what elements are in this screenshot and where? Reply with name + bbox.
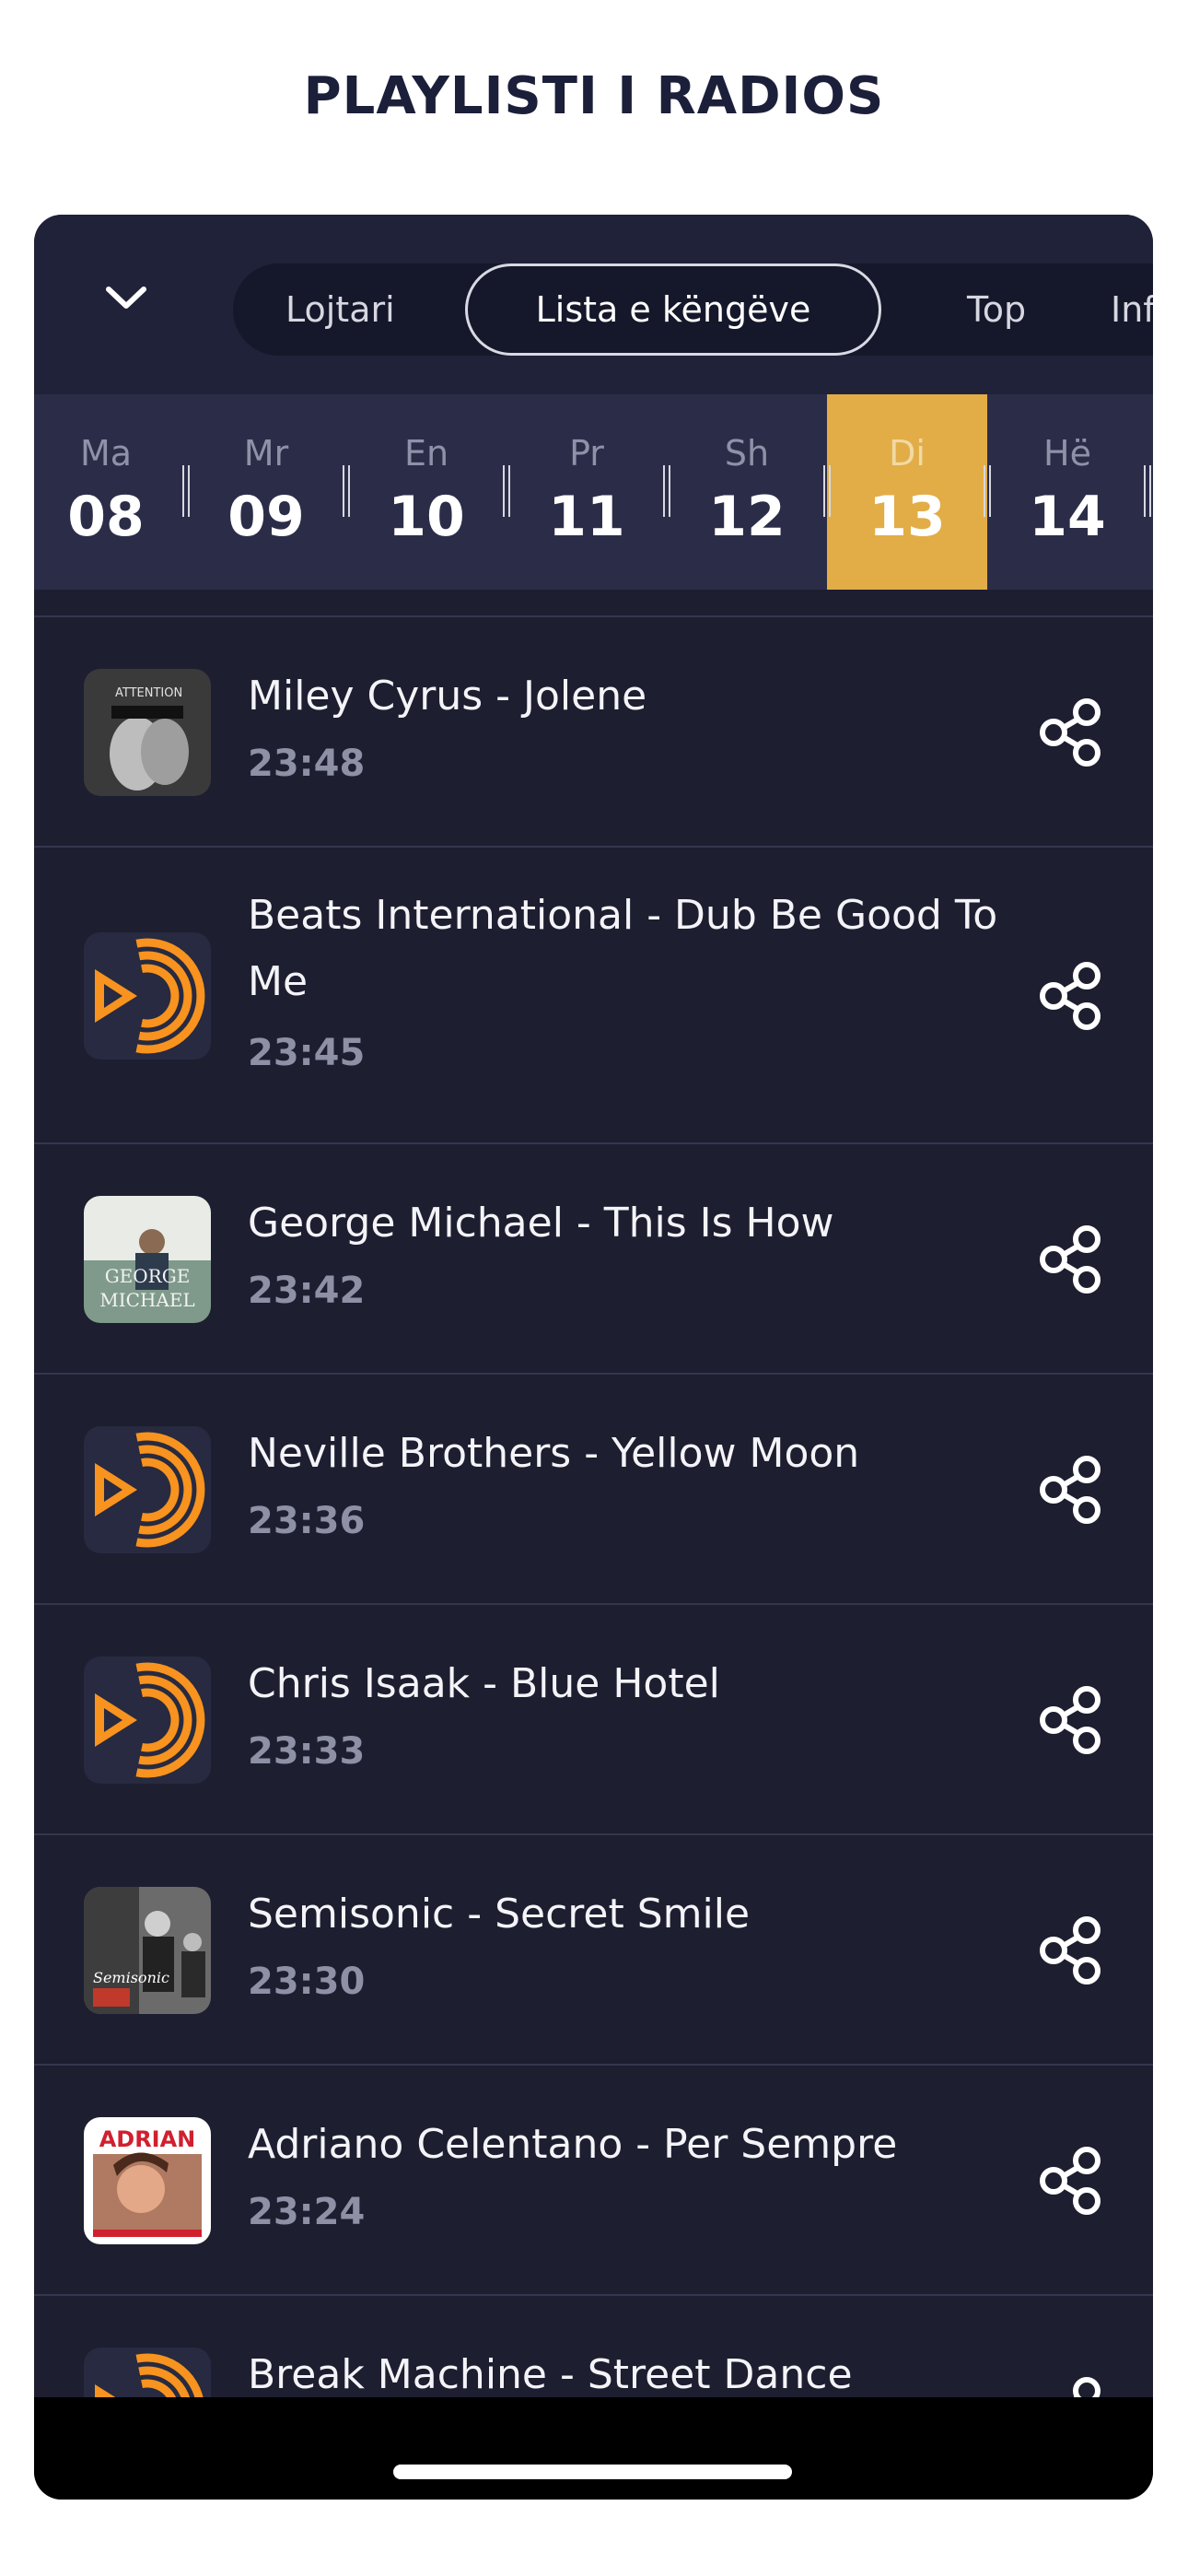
- day-name: Pr: [569, 433, 604, 474]
- day-name: Ma: [79, 433, 133, 474]
- track-time: 23:33: [248, 1730, 366, 1773]
- tab-player[interactable]: Lojtari: [285, 263, 395, 356]
- track-time: 23:30: [248, 1961, 366, 2003]
- track-title: George Michael - This Is How: [248, 1200, 834, 1247]
- share-button[interactable]: [1033, 1914, 1107, 1987]
- day-number: 12: [708, 485, 786, 549]
- share-button[interactable]: [1033, 696, 1107, 769]
- track-row[interactable]: GEORGE MICHAEL George Michael - This Is Ho…: [34, 1142, 1153, 1373]
- track-title: Adriano Celentano - Per Sempre: [248, 2121, 898, 2168]
- track-time: 23:42: [248, 1270, 366, 1312]
- day-separator: [823, 465, 831, 517]
- collapse-button[interactable]: [89, 261, 163, 334]
- track-row[interactable]: Chris Isaak - Blue Hotel 23:33: [34, 1603, 1153, 1833]
- svg-text:ATTENTION: ATTENTION: [115, 686, 182, 700]
- day-number: 11: [548, 485, 625, 549]
- day-ma[interactable]: Ma 08: [34, 394, 186, 590]
- day-separator: [182, 465, 190, 517]
- radio-logo-thumbnail: [84, 1657, 211, 1784]
- tab-info[interactable]: Inf: [1111, 263, 1153, 356]
- share-button[interactable]: [1033, 1453, 1107, 1527]
- album-art-thumbnail: GEORGE MICHAEL: [84, 1196, 211, 1323]
- day-en[interactable]: En 10: [346, 394, 507, 590]
- radio-logo-thumbnail: [84, 932, 211, 1060]
- share-icon: [1040, 1916, 1101, 1985]
- track-row[interactable]: Neville Brothers - Yellow Moon 23:36: [34, 1373, 1153, 1603]
- track-time: 23:48: [248, 743, 366, 785]
- day-number: 14: [1029, 485, 1106, 549]
- track-time: 23:24: [248, 2191, 366, 2233]
- share-button[interactable]: [1033, 1223, 1107, 1296]
- share-button[interactable]: [1033, 959, 1107, 1033]
- playlist-panel: Lojtari Lista e këngëve Top Inf Ma 08 Mr 09…: [34, 215, 1153, 2500]
- track-row[interactable]: Semisonic Semisonic - Secret Smile 23:30: [34, 1833, 1153, 2064]
- share-icon: [1040, 962, 1101, 1030]
- day-name: En: [403, 433, 449, 474]
- day-pr[interactable]: Pr 11: [507, 394, 667, 590]
- track-time: 23:36: [248, 1500, 366, 1542]
- day-separator: [343, 465, 350, 517]
- share-button[interactable]: [1033, 2144, 1107, 2218]
- share-icon: [1040, 1456, 1101, 1524]
- day-number: 10: [388, 485, 465, 549]
- day-name: Sh: [724, 433, 770, 474]
- home-indicator[interactable]: [393, 2465, 792, 2479]
- share-icon: [1040, 2147, 1101, 2215]
- album-art-thumbnail: Semisonic: [84, 1887, 211, 2014]
- day-separator: [984, 465, 991, 517]
- track-row[interactable]: ADRIAN Adriano Celentano - Per Sempre 23:2…: [34, 2064, 1153, 2294]
- svg-text:MICHAEL: MICHAEL: [99, 1289, 194, 1311]
- date-selector: Ma 08 Mr 09 En 10 Pr 11 Sh 12 Di 13 Hë 14: [34, 394, 1153, 590]
- share-icon: [1040, 1686, 1101, 1754]
- day-name: Hë: [1043, 433, 1091, 474]
- track-title: Neville Brothers - Yellow Moon: [248, 1430, 860, 1477]
- chevron-down-icon: [106, 287, 146, 309]
- page-title: PLAYLISTI I RADIOS: [303, 66, 885, 126]
- album-art-thumbnail: ATTENTION: [84, 669, 211, 796]
- top-bar: Lojtari Lista e këngëve Top Inf: [34, 215, 1153, 394]
- share-icon: [1040, 1225, 1101, 1294]
- day-di[interactable]: Di 13: [827, 394, 987, 590]
- day-number: 13: [868, 485, 946, 549]
- track-title: Chris Isaak - Blue Hotel: [248, 1660, 720, 1707]
- track-title: Miley Cyrus - Jolene: [248, 673, 647, 720]
- day-separator: [503, 465, 510, 517]
- share-button[interactable]: [1033, 1683, 1107, 1757]
- svg-text:ADRIAN: ADRIAN: [99, 2126, 196, 2152]
- track-title: Semisonic - Secret Smile: [248, 1891, 751, 1938]
- day-name: Mr: [243, 433, 289, 474]
- day-number: 09: [227, 485, 305, 549]
- svg-text:GEORGE: GEORGE: [105, 1265, 191, 1287]
- track-row[interactable]: ATTENTION Miley Cyrus - Jolene 23:48: [34, 615, 1153, 846]
- tab-bar: Lojtari Lista e këngëve Top Inf: [233, 263, 1153, 356]
- day-name: Di: [889, 433, 926, 474]
- album-art-thumbnail: ADRIAN: [84, 2117, 211, 2244]
- tab-song-list[interactable]: Lista e këngëve: [465, 263, 881, 356]
- track-time: 23:45: [248, 1032, 366, 1074]
- day-hë[interactable]: Hë 14: [987, 394, 1147, 590]
- tab-top[interactable]: Top: [967, 263, 1026, 356]
- home-bar-area: [34, 2397, 1153, 2500]
- track-title: Beats International - Dub Be Good To Me: [248, 892, 998, 1005]
- day-separator: [1144, 465, 1151, 517]
- share-icon: [1040, 698, 1101, 767]
- radio-logo-thumbnail: [84, 1426, 211, 1553]
- day-sh[interactable]: Sh 12: [667, 394, 827, 590]
- day-mr[interactable]: Mr 09: [186, 394, 346, 590]
- day-number: 08: [67, 485, 145, 549]
- svg-text:Semisonic: Semisonic: [93, 1969, 169, 1986]
- day-separator: [663, 465, 670, 517]
- track-row[interactable]: Beats International - Dub Be Good To Me 2…: [34, 846, 1153, 1142]
